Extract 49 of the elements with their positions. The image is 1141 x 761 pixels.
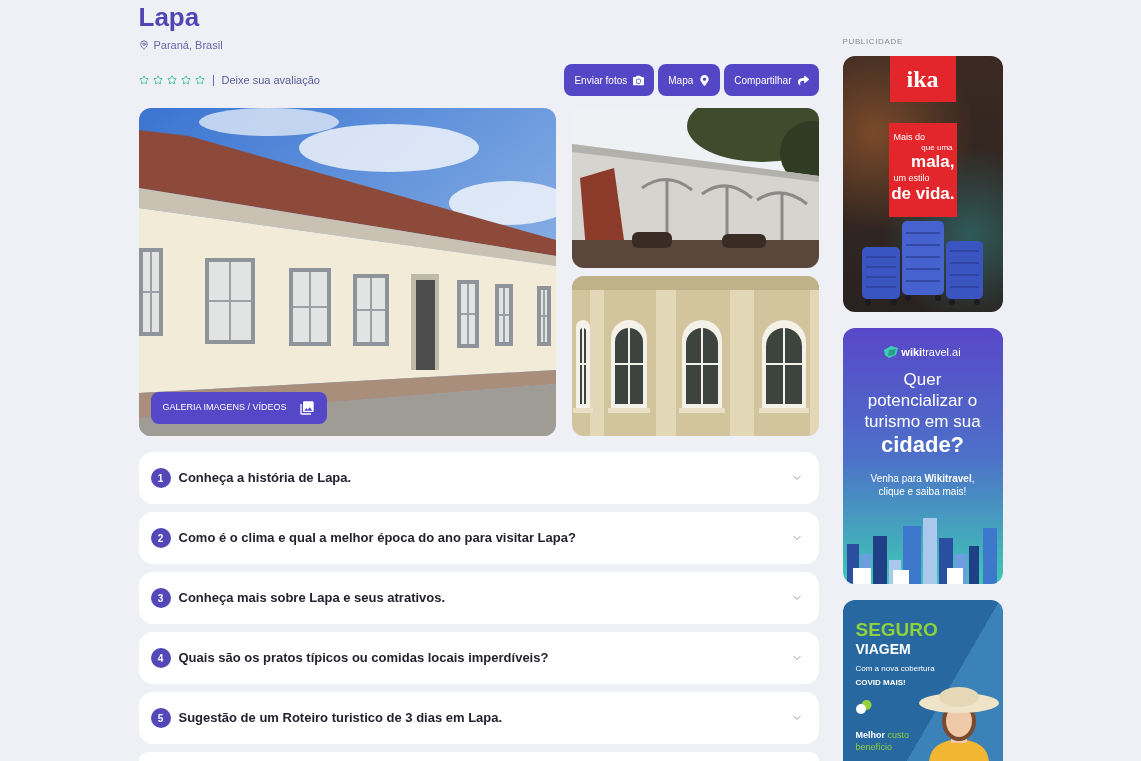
upload-photos-button[interactable]: Enviar fotos bbox=[564, 64, 655, 96]
ad-body-text: Venha para Wikitravel, clique e saiba mais! bbox=[869, 472, 976, 498]
tagline-line: que uma bbox=[921, 143, 953, 152]
logo-mark-icon bbox=[884, 346, 899, 358]
ad-note-emphasis: COVID MAIS! bbox=[855, 678, 906, 688]
ad-title: SEGURO bbox=[855, 619, 938, 641]
ad-label: PUBLICIDADE bbox=[842, 37, 903, 47]
camera-icon bbox=[633, 74, 645, 86]
share-icon bbox=[797, 74, 809, 86]
star-icon[interactable] bbox=[166, 75, 177, 85]
luggage-ad-banner[interactable]: ika Mais do que uma mala, um estilo de vida. bbox=[842, 56, 1003, 312]
faq-item[interactable]: 1 Conheça a história de Lapa. bbox=[138, 452, 819, 504]
star-rating[interactable] bbox=[138, 75, 205, 85]
share-button[interactable]: Compartilhar bbox=[724, 64, 819, 96]
tagline-line: Mais do bbox=[893, 131, 925, 143]
star-icon[interactable] bbox=[152, 75, 163, 85]
page-title: Lapa bbox=[138, 1, 200, 33]
faq-item[interactable]: 5 Sugestão de um Roteiro turistico de 3 dias em Lapa. bbox=[138, 692, 819, 744]
map-pin-icon bbox=[699, 74, 711, 86]
faq-item[interactable]: 4 Quais são os pratos típicos ou comidas locais imperdíveis? bbox=[138, 632, 819, 684]
gallery-button[interactable]: GALERIA IMAGENS / VÍDEOS bbox=[150, 392, 327, 424]
brand-name: wikitravel.ai bbox=[901, 346, 961, 358]
tagline-line: um estilo bbox=[893, 172, 930, 184]
step-number: 2 bbox=[150, 528, 171, 548]
step-number: 4 bbox=[150, 648, 171, 668]
step-number: 5 bbox=[150, 708, 171, 728]
star-icon[interactable] bbox=[180, 75, 191, 85]
faq-item[interactable]: 2 Como é o clima e qual a melhor época do ano para visitar Lapa? bbox=[138, 512, 819, 564]
step-number: 3 bbox=[150, 588, 171, 608]
star-icon[interactable] bbox=[194, 75, 205, 85]
rate-link[interactable]: Deixe sua avaliação bbox=[221, 73, 320, 87]
step-number: 1 bbox=[150, 468, 171, 488]
tourism-ad-banner[interactable]: wikitravel.ai Quer potencializar o turismo em sua cidade? Venha para Wikitravel, clique e saiba mais! bbox=[842, 328, 1003, 584]
photos-icon bbox=[298, 400, 315, 416]
tagline-line: mala, bbox=[911, 152, 955, 172]
ad-headline-emphasis: cidade? bbox=[880, 432, 965, 458]
star-icon[interactable] bbox=[138, 75, 149, 85]
travel-insurance-ad-banner[interactable]: SEGURO VIAGEM Com a nova cobertura COVID MAIS! Melhor custo benefício bbox=[842, 600, 1003, 761]
circles-icon bbox=[855, 700, 872, 714]
location-pin-icon bbox=[138, 39, 149, 51]
location-text: Paraná, Brasil bbox=[153, 38, 223, 52]
ad-subtitle: VIAGEM bbox=[855, 641, 911, 657]
map-button[interactable]: Mapa bbox=[658, 64, 721, 96]
brand-logo: ika bbox=[889, 56, 956, 102]
ad-tagline: Melhor custo benefício bbox=[855, 729, 911, 753]
faq-item[interactable]: 3 Conheça mais sobre Lapa e seus atrativos. bbox=[138, 572, 819, 624]
ad-note: Com a nova cobertura bbox=[855, 664, 935, 674]
ad-headline: Quer potencializar o turismo em sua bbox=[863, 369, 982, 432]
tagline-line: de vida. bbox=[891, 184, 955, 204]
